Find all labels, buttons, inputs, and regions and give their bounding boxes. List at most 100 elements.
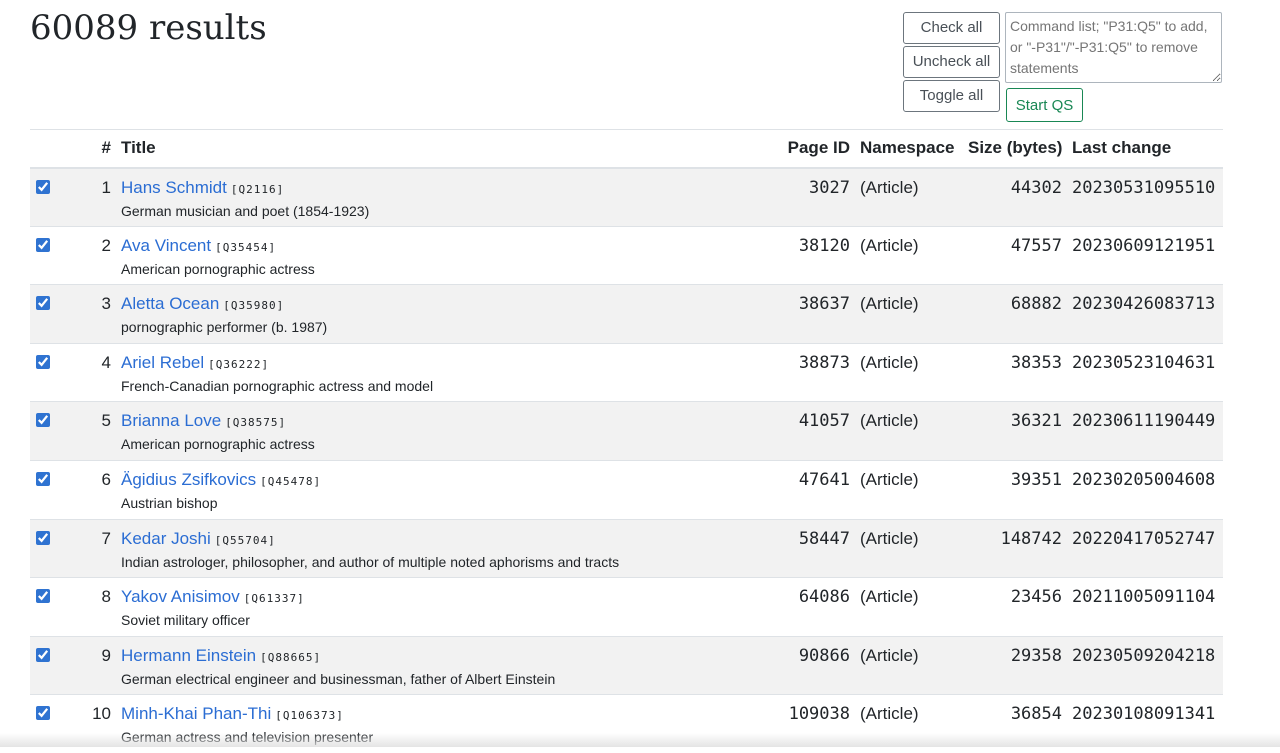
- row-page-id: 58447: [762, 519, 855, 578]
- header-title: Title: [116, 130, 762, 168]
- table-row: 6Ägidius Zsifkovics[Q45478]Austrian bish…: [30, 460, 1223, 519]
- item-title-link[interactable]: Ava Vincent: [121, 236, 211, 255]
- table-row: 7Kedar Joshi[Q55704]Indian astrologer, p…: [30, 519, 1223, 578]
- item-title-link[interactable]: Ariel Rebel: [121, 353, 204, 372]
- header-last-change: Last change: [1067, 130, 1223, 168]
- command-list-textarea[interactable]: [1005, 12, 1222, 83]
- row-checkbox[interactable]: [36, 180, 50, 194]
- row-namespace: (Article): [855, 343, 963, 402]
- results-table: # Title Page ID Namespace Size (bytes) L…: [30, 129, 1223, 753]
- item-qid: [Q35454]: [215, 241, 276, 254]
- row-title-cell: Yakov Anisimov[Q61337]Soviet military of…: [116, 578, 762, 637]
- header-page-id: Page ID: [762, 130, 855, 168]
- header-select: [30, 130, 82, 168]
- table-row: 1Hans Schmidt[Q2116]German musician and …: [30, 168, 1223, 227]
- item-description: American pornographic actress: [121, 261, 757, 277]
- item-title-link[interactable]: Aletta Ocean: [121, 294, 219, 313]
- item-title-link[interactable]: Yakov Anisimov: [121, 587, 240, 606]
- row-namespace: (Article): [855, 460, 963, 519]
- item-title-link[interactable]: Ägidius Zsifkovics: [121, 470, 256, 489]
- row-select-cell: [30, 226, 82, 285]
- row-page-id: 90866: [762, 636, 855, 695]
- row-last-change: 20230426083713: [1067, 285, 1223, 344]
- row-size: 148742: [963, 519, 1067, 578]
- row-last-change: 20230523104631: [1067, 343, 1223, 402]
- row-last-change: 20230531095510: [1067, 168, 1223, 227]
- row-select-cell: [30, 168, 82, 227]
- table-body: 1Hans Schmidt[Q2116]German musician and …: [30, 168, 1223, 753]
- table-row: 8Yakov Anisimov[Q61337]Soviet military o…: [30, 578, 1223, 637]
- row-checkbox[interactable]: [36, 413, 50, 427]
- header-namespace: Namespace: [855, 130, 963, 168]
- item-qid: [Q55704]: [215, 534, 276, 547]
- toggle-all-button[interactable]: Toggle all: [903, 80, 1000, 112]
- row-checkbox[interactable]: [36, 589, 50, 603]
- row-checkbox[interactable]: [36, 355, 50, 369]
- item-description: pornographic performer (b. 1987): [121, 319, 757, 335]
- table-row: 3Aletta Ocean[Q35980]pornographic perfor…: [30, 285, 1223, 344]
- row-size: 23456: [963, 578, 1067, 637]
- row-last-change: 20230108091341: [1067, 695, 1223, 753]
- row-last-change: 20230509204218: [1067, 636, 1223, 695]
- item-description: Austrian bishop: [121, 495, 757, 511]
- row-size: 39351: [963, 460, 1067, 519]
- item-qid: [Q106373]: [275, 709, 344, 722]
- item-qid: [Q36222]: [208, 358, 269, 371]
- row-page-id: 47641: [762, 460, 855, 519]
- row-page-id: 38637: [762, 285, 855, 344]
- item-title-link[interactable]: Hermann Einstein: [121, 646, 256, 665]
- row-namespace: (Article): [855, 519, 963, 578]
- item-description: German actress and television presenter: [121, 729, 757, 745]
- row-namespace: (Article): [855, 285, 963, 344]
- row-title-cell: Hans Schmidt[Q2116]German musician and p…: [116, 168, 762, 227]
- table-row: 9Hermann Einstein[Q88665]German electric…: [30, 636, 1223, 695]
- row-namespace: (Article): [855, 402, 963, 461]
- row-title-cell: Ägidius Zsifkovics[Q45478]Austrian bisho…: [116, 460, 762, 519]
- start-qs-button[interactable]: Start QS: [1006, 88, 1083, 122]
- row-checkbox[interactable]: [36, 648, 50, 662]
- row-select-cell: [30, 285, 82, 344]
- item-title-link[interactable]: Brianna Love: [121, 411, 221, 430]
- row-namespace: (Article): [855, 168, 963, 227]
- row-page-id: 38873: [762, 343, 855, 402]
- table-header-row: # Title Page ID Namespace Size (bytes) L…: [30, 130, 1223, 168]
- item-title-link[interactable]: Hans Schmidt: [121, 178, 227, 197]
- table-row: 2 Ava Vincent [Q35454] American pornographi…: [30, 226, 1223, 285]
- results-count-heading: 60089 results: [30, 8, 267, 48]
- header-size: Size (bytes): [963, 130, 1067, 168]
- row-title-cell: Ariel Rebel[Q36222]French-Canadian porno…: [116, 343, 762, 402]
- row-number: 4: [82, 343, 116, 402]
- row-checkbox[interactable]: [36, 296, 50, 310]
- row-number: 2: [82, 226, 116, 285]
- item-qid: [Q38575]: [225, 416, 286, 429]
- row-last-change: 20230205004608: [1067, 460, 1223, 519]
- row-last-change: 20220417052747: [1067, 519, 1223, 578]
- row-size: 44302: [963, 168, 1067, 227]
- table-row: 4Ariel Rebel[Q36222]French-Canadian porn…: [30, 343, 1223, 402]
- row-checkbox[interactable]: [36, 238, 50, 252]
- item-qid: [Q88665]: [260, 651, 321, 664]
- row-title-cell: Kedar Joshi[Q55704]Indian astrologer, ph…: [116, 519, 762, 578]
- row-size: 36321: [963, 402, 1067, 461]
- row-size: 47557: [963, 226, 1067, 285]
- check-all-button[interactable]: Check all: [903, 12, 1000, 44]
- row-checkbox[interactable]: [36, 472, 50, 486]
- item-title-link[interactable]: Kedar Joshi: [121, 529, 211, 548]
- row-page-id: 38120: [762, 226, 855, 285]
- row-last-change: 20230609121951: [1067, 226, 1223, 285]
- row-checkbox[interactable]: [36, 706, 50, 720]
- row-select-cell: [30, 578, 82, 637]
- row-checkbox[interactable]: [36, 531, 50, 545]
- item-title-link[interactable]: Minh-Khai Phan-Thi: [121, 704, 271, 723]
- row-number: 8: [82, 578, 116, 637]
- row-select-cell: [30, 343, 82, 402]
- row-select-cell: [30, 519, 82, 578]
- row-select-cell: [30, 402, 82, 461]
- uncheck-all-button[interactable]: Uncheck all: [903, 46, 1000, 78]
- row-namespace: (Article): [855, 578, 963, 637]
- table-row: 10Minh-Khai Phan-Thi[Q106373]German actr…: [30, 695, 1223, 753]
- row-title-cell: Aletta Ocean[Q35980]pornographic perform…: [116, 285, 762, 344]
- item-qid: [Q61337]: [244, 592, 305, 605]
- row-title-cell: Ava Vincent [Q35454] American pornographic…: [116, 226, 762, 285]
- row-last-change: 20230611190449: [1067, 402, 1223, 461]
